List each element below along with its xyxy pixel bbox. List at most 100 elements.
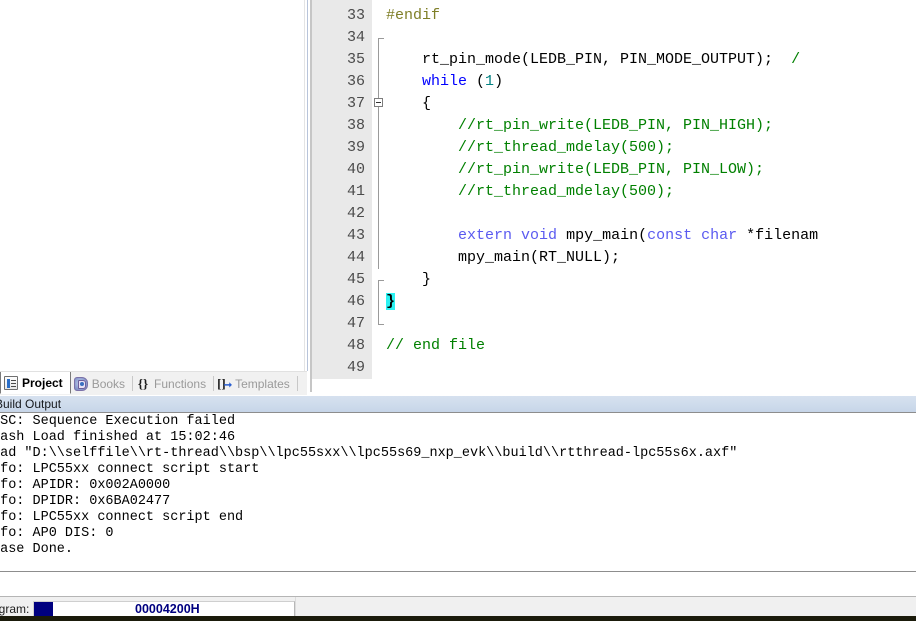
code-line[interactable]: 42 [310, 203, 916, 225]
code-line[interactable]: 46} [310, 291, 916, 313]
bottom-strip [0, 616, 916, 621]
line-number: 34 [310, 27, 372, 49]
fold-column[interactable] [372, 71, 386, 93]
code-line[interactable]: 44 mpy_main(RT_NULL); [310, 247, 916, 269]
code-line[interactable]: 47 [310, 313, 916, 335]
code-line-text: //rt_pin_write(LEDB_PIN, PIN_HIGH); [386, 117, 774, 134]
splitter-line-outer [304, 0, 305, 371]
fold-column[interactable] [372, 27, 386, 49]
fold-column[interactable] [372, 291, 386, 313]
line-number: 40 [310, 159, 372, 181]
code-line[interactable]: 36 while (1) [310, 71, 916, 93]
fold-column[interactable] [372, 203, 386, 225]
line-number: 37 [310, 93, 372, 115]
fold-column[interactable] [372, 335, 386, 357]
line-number: 44 [310, 247, 372, 269]
code-line[interactable]: 39 //rt_thread_mdelay(500); [310, 137, 916, 159]
project-panel[interactable] [0, 0, 307, 371]
editor-left-edge [310, 0, 312, 392]
code-line[interactable]: 40 //rt_pin_write(LEDB_PIN, PIN_LOW); [310, 159, 916, 181]
code-line[interactable]: 41 //rt_thread_mdelay(500); [310, 181, 916, 203]
status-gap-area [0, 571, 916, 596]
build-output-line: rase Done. [0, 542, 74, 557]
build-output-title-bar: Build Output [0, 396, 916, 413]
tab-templates[interactable]: [] ➞ Templates [214, 372, 297, 395]
code-line-text: extern void mpy_main(const char *filenam [458, 227, 819, 244]
line-number: 35 [310, 49, 372, 71]
code-line-text: // end file [386, 337, 486, 354]
fold-column[interactable] [372, 159, 386, 181]
templates-icon: [] ➞ [217, 375, 233, 391]
fold-column[interactable] [372, 93, 386, 115]
code-line-text [386, 27, 916, 49]
fold-column[interactable] [372, 181, 386, 203]
line-number: 47 [310, 313, 372, 335]
functions-icon: {} [137, 375, 149, 391]
tab-project[interactable]: Project [0, 372, 71, 394]
code-line-text: //rt_pin_write(LEDB_PIN, PIN_LOW); [386, 161, 765, 178]
program-progress-bar: 00004200H [33, 600, 296, 618]
code-line[interactable]: 34 [310, 27, 916, 49]
build-output-line: nfo: LPC55xx connect script end [0, 510, 244, 525]
project-icon [4, 375, 18, 390]
code-line[interactable]: 43 extern void mpy_main(const char *file… [310, 225, 916, 247]
code-lines-container[interactable]: 33 #endif 34 35 rt_pin_mode(LEDB_PIN, PIN_M… [310, 5, 916, 379]
code-line-text: //rt_thread_mdelay(500); [386, 139, 675, 156]
fold-column[interactable] [372, 49, 386, 71]
line-number: 33 [310, 5, 372, 27]
tab-functions-label: Functions [154, 376, 207, 391]
code-line-text [386, 357, 916, 379]
build-output-line: oad "D:\\selffile\\rt-thread\\bsp\\lpc55… [0, 446, 738, 461]
code-line[interactable]: 45 } [310, 269, 916, 291]
fold-collapse-icon[interactable] [374, 98, 383, 107]
line-number: 42 [310, 203, 372, 225]
code-line-text: //rt_thread_mdelay(500); [386, 183, 675, 200]
build-output-line: nfo: APIDR: 0x002A0000 [0, 478, 171, 493]
splitter-line-inner [307, 0, 308, 371]
fold-column[interactable] [372, 225, 386, 247]
progress-label: ogram: [0, 602, 30, 616]
code-line[interactable]: 48 // end file [310, 335, 916, 357]
build-output-panel[interactable]: Build Output DSC: Sequence Execution fai… [0, 396, 916, 571]
tab-separator-3 [296, 376, 298, 391]
tab-books[interactable]: Books [71, 372, 132, 395]
line-number: 41 [310, 181, 372, 203]
build-output-line: DSC: Sequence Execution failed [0, 414, 236, 429]
code-line[interactable]: 49 [310, 357, 916, 379]
fold-column[interactable] [372, 115, 386, 137]
project-tree-area[interactable] [0, 0, 306, 371]
line-number: 48 [310, 335, 372, 357]
line-number: 39 [310, 137, 372, 159]
tab-books-label: Books [91, 376, 126, 391]
build-output-line: nfo: DPIDR: 0x6BA02477 [0, 494, 171, 509]
code-line-text: mpy_main(RT_NULL); [386, 249, 621, 266]
fold-column[interactable] [372, 269, 386, 291]
project-tab-bar[interactable]: Project Books {} Functions [] ➞ Templates [0, 371, 307, 395]
code-line[interactable]: 35 rt_pin_mode(LEDB_PIN, PIN_MODE_OUTPUT… [310, 49, 916, 71]
build-output-log[interactable]: DSC: Sequence Execution failed lash Load … [0, 414, 916, 571]
code-line-text: } [386, 271, 432, 288]
code-editor-content[interactable]: # define __p(x) { x } 33#endif3435 rt_pi… [310, 0, 916, 392]
tab-functions[interactable]: {} Functions [133, 372, 213, 395]
code-line-text: rt_pin_mode(LEDB_PIN, PIN_MODE_OUTPUT); … [386, 51, 801, 68]
code-line[interactable]: 38 //rt_pin_write(LEDB_PIN, PIN_HIGH); [310, 115, 916, 137]
code-line[interactable]: 33 #endif [310, 5, 916, 27]
line-number: 45 [310, 269, 372, 291]
progress-bar-value: 00004200H [135, 601, 200, 616]
line-number: 38 [310, 115, 372, 137]
code-line-text [386, 313, 916, 335]
fold-column[interactable] [372, 313, 386, 335]
fold-column[interactable] [372, 5, 386, 27]
code-line-text: #endif [386, 7, 441, 24]
fold-column[interactable] [372, 247, 386, 269]
line-number: 36 [310, 71, 372, 93]
fold-column[interactable] [372, 357, 386, 379]
code-editor[interactable]: # define __p(x) { x } 33#endif3435 rt_pi… [310, 0, 916, 392]
code-line[interactable]: 37 { [310, 93, 916, 115]
code-line-text: while (1) [422, 73, 504, 90]
line-number: 49 [310, 357, 372, 379]
fold-column[interactable] [372, 137, 386, 159]
line-number: 46 [310, 291, 372, 313]
keil-uvision-window: Project Books {} Functions [] ➞ Templates… [0, 0, 916, 621]
code-line-text: { [386, 95, 432, 112]
